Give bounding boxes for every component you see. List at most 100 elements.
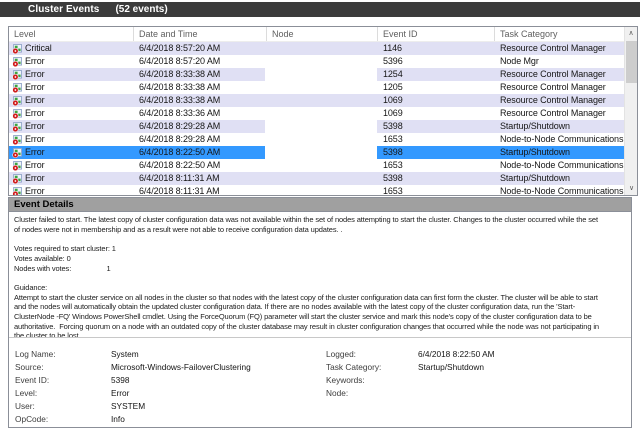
event-level-label: Critical [25,43,52,53]
event-datetime-cell: 6/4/2018 8:11:31 AM [139,186,220,195]
column-header-node[interactable]: Node [267,27,378,41]
table-row[interactable]: Error 6/4/2018 8:33:38 AM 1205 Resource Con… [9,81,624,94]
event-level-label: Error [25,173,45,183]
event-id-cell: 5396 [383,56,403,66]
cluster-events-panel: Cluster Events (52 events) Level Date an… [0,0,640,429]
column-header-level[interactable]: Level [9,27,134,41]
error-event-icon [12,121,22,132]
event-task-category-cell: Startup/Shutdown [500,173,570,183]
event-node-cell [267,55,378,68]
event-id-cell: 1205 [383,82,403,92]
details-separator [9,337,631,338]
events-table: Level Date and Time Node Event ID Task C… [8,26,638,196]
vertical-scrollbar[interactable]: ∧ ∨ [624,27,637,195]
property-label: Source: [15,362,44,372]
property-label: OpCode: [15,414,49,424]
event-datetime-cell: 6/4/2018 8:33:38 AM [139,82,221,92]
table-row[interactable]: Error 6/4/2018 8:11:31 AM 5398 Startup/Shut… [9,172,624,185]
event-task-category-cell: Node-to-Node Communications [500,186,624,195]
error-event-icon [12,82,22,93]
property-value: System [111,349,139,359]
event-task-category-cell: Node-to-Node Communications [500,134,624,144]
property-row: OpCode: Info [15,413,251,426]
property-value: Info [111,414,125,424]
event-datetime-cell: 6/4/2018 8:29:28 AM [139,121,221,131]
event-level-cell: Critical [9,42,134,55]
property-label: Task Category: [326,362,382,372]
event-description-line: authoritative. Forcing quorum on a node … [14,321,599,331]
event-node-cell [267,133,378,146]
event-datetime-cell: 6/4/2018 8:22:50 AM [139,147,221,157]
node-redaction-box [265,68,377,81]
property-label: Node: [326,388,349,398]
property-label: Level: [15,388,38,398]
event-details-title: Event Details [14,199,74,210]
event-description-line: Cluster failed to start. The latest copy… [14,215,598,224]
event-task-category-cell: Node Mgr [500,56,539,66]
event-properties-right-column: Logged: 6/4/2018 8:22:50 AM Task Category:… [326,348,495,400]
error-event-icon [12,56,22,67]
events-table-header: Level Date and Time Node Event ID Task C… [9,27,637,42]
scroll-up-icon[interactable]: ∧ [625,27,637,40]
column-header-date[interactable]: Date and Time [134,27,267,41]
event-properties-left-column: Log Name: System Source: Microsoft-Windows-… [15,348,251,426]
property-row: Task Category: Startup/Shutdown [326,361,495,374]
event-level-cell: Error [9,55,134,68]
event-id-cell: 1069 [383,108,403,118]
error-event-icon [12,173,22,184]
error-event-icon [12,43,22,54]
event-datetime-cell: 6/4/2018 8:33:36 AM [139,108,221,118]
table-row[interactable]: Error 6/4/2018 8:22:50 AM 1653 Node-to-Node… [9,159,624,172]
event-node-cell [267,159,378,172]
event-description-line [14,273,628,283]
event-datetime-cell: 6/4/2018 8:57:20 AM [139,56,221,66]
property-row: Log Name: System [15,348,251,361]
event-description-line: Attempt to start the cluster service on … [14,292,598,302]
property-label: Logged: [326,349,356,359]
table-row[interactable]: Error 6/4/2018 8:57:20 AM 5396 Node Mgr [9,55,624,68]
property-label: Event ID: [15,375,50,385]
event-details-header: Event Details [9,198,631,212]
column-header-task-category[interactable]: Task Category [495,27,637,41]
table-row[interactable]: Error 6/4/2018 8:29:28 AM 1653 Node-to-Node… [9,133,624,146]
event-level-cell: Error [9,185,134,195]
event-description-line: Votes required to start cluster: 1 [14,244,116,254]
property-value: Startup/Shutdown [418,362,484,372]
error-event-icon [12,134,22,145]
event-level-label: Error [25,108,45,118]
table-row[interactable]: Error 6/4/2018 8:33:36 AM 1069 Resource Con… [9,107,624,120]
error-event-icon [12,69,22,80]
table-row[interactable]: Error 6/4/2018 8:33:38 AM 1069 Resource Con… [9,94,624,107]
property-label: Log Name: [15,349,56,359]
event-id-cell: 5398 [383,147,403,157]
event-level-cell: Error [9,120,134,133]
event-level-label: Error [25,56,45,66]
column-header-event-id[interactable]: Event ID [378,27,495,41]
error-event-icon [12,147,22,158]
event-task-category-cell: Startup/Shutdown [500,121,570,131]
table-row[interactable]: Error 6/4/2018 8:22:50 AM 5398 Startup/Shut… [9,146,624,159]
scrollbar-thumb[interactable] [626,41,637,83]
event-details-section: Event Details Cluster failed to start. T… [8,197,632,428]
table-row[interactable]: Error 6/4/2018 8:29:28 AM 5398 Startup/Shut… [9,120,624,133]
event-task-category-cell: Resource Control Manager [500,43,606,53]
event-level-label: Error [25,160,45,170]
scroll-down-icon[interactable]: ∨ [625,182,637,195]
property-row: Keywords: [326,374,495,387]
event-level-label: Error [25,134,45,144]
event-id-cell: 5398 [383,121,403,131]
event-task-category-cell: Resource Control Manager [500,108,606,118]
property-label: Keywords: [326,375,365,385]
event-count-badge: (52 events) [115,4,168,15]
table-row[interactable]: Error 6/4/2018 8:11:31 AM 1653 Node-to-Node… [9,185,624,195]
event-level-cell: Error [9,68,134,81]
property-value: Error [111,388,130,398]
event-id-cell: 5398 [383,173,403,183]
event-level-label: Error [25,82,45,92]
property-value: Microsoft-Windows-FailoverClustering [111,362,251,372]
table-row[interactable]: Error 6/4/2018 8:33:38 AM 1254 Resource Con… [9,68,624,81]
event-task-category-cell: Resource Control Manager [500,95,606,105]
event-task-category-cell: Startup/Shutdown [500,147,570,157]
event-datetime-cell: 6/4/2018 8:57:20 AM [139,43,221,53]
table-row[interactable]: Critical 6/4/2018 8:57:20 AM 1146 Resource … [9,42,624,55]
